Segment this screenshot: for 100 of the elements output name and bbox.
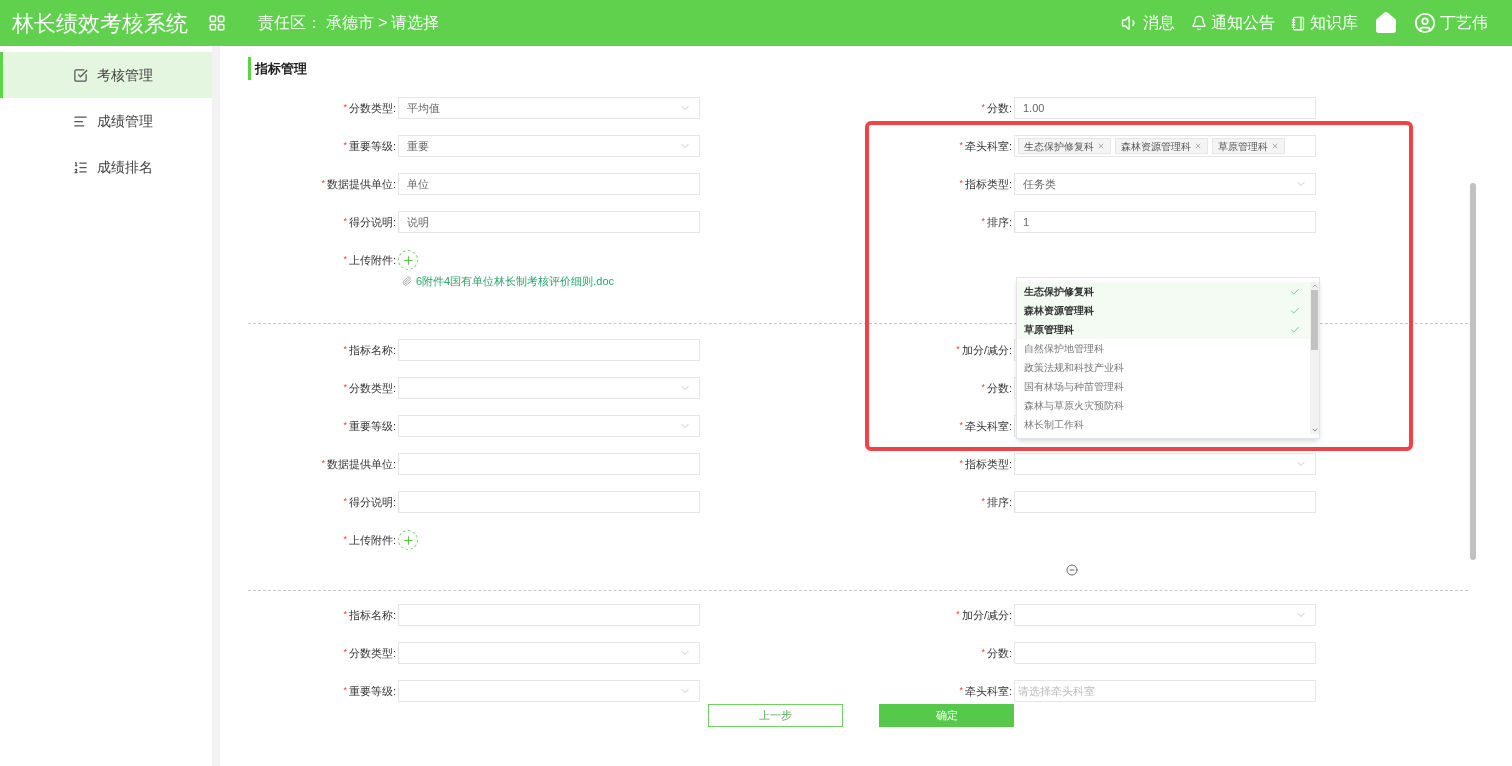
sidebar-item[interactable]: 考核管理 (0, 52, 212, 98)
select-value: 任务类 (1023, 176, 1056, 192)
scroll-down-icon[interactable] (1310, 426, 1319, 434)
dropdown-option[interactable]: 森林资源管理科 (1017, 301, 1310, 320)
required-mark: * (959, 177, 963, 191)
field-label: 排序: (986, 494, 1012, 510)
sidebar-label: 考核管理 (97, 65, 153, 85)
input-field[interactable]: 1 (1014, 211, 1316, 233)
sidebar-item[interactable]: 成绩排名 (0, 144, 212, 190)
select-field[interactable] (1014, 604, 1316, 626)
remove-group-icon[interactable] (1066, 564, 1078, 576)
select-field[interactable] (1014, 453, 1316, 475)
input-field[interactable] (1014, 491, 1316, 513)
input-field[interactable]: 说明 (398, 211, 700, 233)
select-field[interactable] (398, 642, 700, 664)
field-label: 分数: (986, 380, 1012, 396)
required-mark: * (343, 608, 347, 622)
back-button[interactable]: 上一步 (708, 704, 843, 727)
input-field[interactable] (1014, 642, 1316, 664)
page-scrollbar-thumb[interactable] (1470, 183, 1476, 560)
tag-close-icon[interactable] (1097, 142, 1105, 150)
required-mark: * (959, 419, 963, 433)
check-icon (1290, 286, 1300, 297)
dropdown-option[interactable]: 森林与草原火灾预防科 (1017, 396, 1310, 415)
field-label: 上传附件: (348, 252, 396, 268)
select-field[interactable] (398, 377, 700, 399)
select-field[interactable] (398, 415, 700, 437)
field-label: 指标名称: (348, 342, 396, 358)
multi-select-field[interactable]: 生态保护修复科 森林资源管理科 草原管理科 (1014, 135, 1316, 157)
field-label: 加分/减分: (961, 607, 1012, 623)
field-label: 指标类型: (964, 456, 1012, 472)
sidebar-item[interactable]: 成绩管理 (0, 98, 212, 144)
input-field[interactable]: 1.00 (1014, 97, 1316, 119)
home-icon[interactable] (1374, 11, 1398, 35)
breadcrumb-label: 责任区： (258, 13, 322, 33)
dropdown-option[interactable]: 生态保护修复科 (1017, 282, 1310, 301)
breadcrumb-separator: > (378, 13, 388, 33)
required-mark: * (343, 139, 347, 153)
dropdown-option[interactable]: 政策法规和科技产业科 (1017, 358, 1310, 377)
user-avatar-icon (1414, 12, 1436, 34)
select-value: 重要 (407, 138, 429, 154)
field-label: 分数类型: (348, 645, 396, 661)
tag-close-icon[interactable] (1271, 142, 1279, 150)
required-mark: * (956, 608, 960, 622)
notebook-icon (1291, 15, 1306, 31)
attachment-link[interactable]: 6附件4国有单位林长制考核评价细则.doc (416, 272, 615, 290)
sidebar-label: 成绩管理 (97, 111, 153, 131)
required-mark: * (959, 139, 963, 153)
field-label: 分数: (986, 645, 1012, 661)
field-label: 数据提供单位: (326, 176, 396, 192)
field-label: 分数类型: (348, 100, 396, 116)
dropdown-option[interactable]: 自然保护地管理科 (1017, 339, 1310, 358)
required-mark: * (956, 343, 960, 357)
app-title: 林长绩效考核系统 (12, 9, 188, 38)
bell-icon (1191, 15, 1207, 31)
select-value: 平均值 (407, 100, 440, 116)
grid-menu-icon[interactable] (208, 14, 226, 32)
required-mark: * (343, 684, 347, 698)
required-mark: * (321, 457, 325, 471)
scroll-up-icon[interactable] (1310, 282, 1319, 290)
required-mark: * (981, 215, 985, 229)
select-field[interactable]: 重要 (398, 135, 700, 157)
input-field[interactable]: 单位 (398, 173, 700, 195)
select-field[interactable]: 平均值 (398, 97, 700, 119)
field-label: 上传附件: (348, 532, 396, 548)
field-label: 指标类型: (964, 176, 1012, 192)
tag-close-icon[interactable] (1194, 142, 1202, 150)
required-mark: * (343, 646, 347, 660)
required-mark: * (343, 101, 347, 115)
required-mark: * (981, 101, 985, 115)
field-label: 重要等级: (348, 683, 396, 699)
required-mark: * (959, 457, 963, 471)
tag-label: 森林资源管理科 (1121, 139, 1191, 154)
input-field[interactable] (398, 339, 700, 361)
input-field[interactable] (398, 491, 700, 513)
scrollbar-thumb[interactable] (1311, 290, 1318, 350)
field-label: 加分/减分: (961, 342, 1012, 358)
dropdown-option[interactable]: 林长制工作科 (1017, 415, 1310, 434)
plus-icon (401, 533, 415, 547)
input-field[interactable] (398, 453, 700, 475)
field-label: 牵头科室: (964, 683, 1012, 699)
field-label: 得分说明: (348, 214, 396, 230)
field-label: 得分说明: (348, 494, 396, 510)
dropdown-option[interactable]: 国有林场与种苗管理科 (1017, 377, 1310, 396)
select-field[interactable] (398, 680, 700, 702)
section-title: 指标管理 (255, 59, 307, 78)
required-mark: * (343, 253, 347, 267)
tag-label: 草原管理科 (1218, 139, 1268, 154)
required-mark: * (343, 495, 347, 509)
required-mark: * (343, 215, 347, 229)
required-mark: * (981, 495, 985, 509)
required-mark: * (981, 646, 985, 660)
input-field[interactable] (398, 604, 700, 626)
select-field[interactable]: 任务类 (1014, 173, 1316, 195)
dropdown-option[interactable]: 草原管理科 (1017, 320, 1310, 339)
placeholder-text: 请选择牵头科室 (1018, 683, 1095, 699)
required-mark: * (959, 684, 963, 698)
field-label: 排序: (986, 214, 1012, 230)
checklist-icon (73, 67, 88, 83)
field-label: 数据提供单位: (326, 456, 396, 472)
